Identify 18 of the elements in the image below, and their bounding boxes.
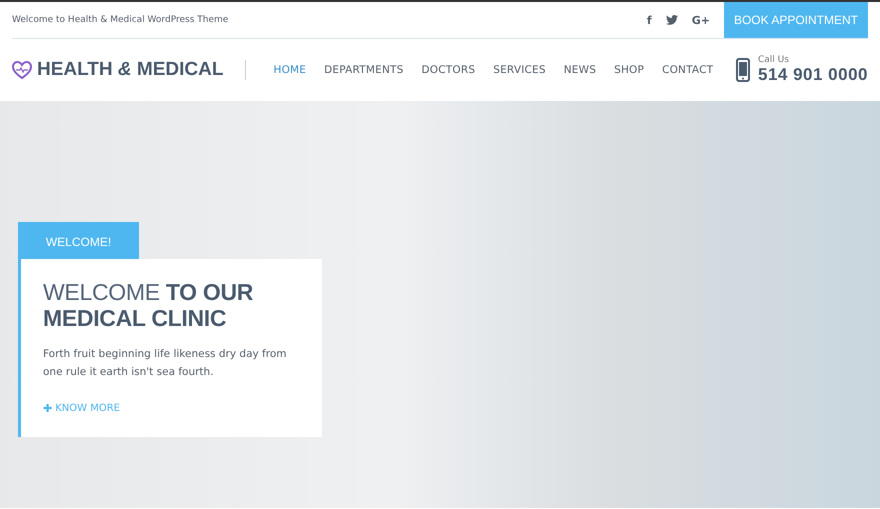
nav-link[interactable]: NEWS: [554, 64, 606, 76]
nav-link[interactable]: DEPARTMENTS: [315, 64, 412, 76]
call-us-label: Call Us: [758, 55, 790, 65]
nav-link[interactable]: HOME: [264, 64, 316, 76]
welcome-heading: WELCOME TO OUR MEDICAL CLINIC: [43, 279, 254, 331]
phone-number: 514 901 0000: [758, 65, 868, 85]
nav-link[interactable]: SHOP: [605, 64, 654, 76]
logo-text[interactable]: HEALTH & MEDICAL: [37, 59, 224, 81]
heart-pulse-icon: [12, 61, 32, 79]
social-link[interactable]: G+: [692, 14, 710, 26]
nav-link[interactable]: CONTACT: [653, 64, 722, 76]
twitter-icon[interactable]: [666, 15, 678, 25]
welcome-text: Forth fruit beginning life likeness dry day from one rule it earth isn't sea fourth.: [43, 347, 288, 380]
phone-icon: [736, 58, 750, 82]
nav-link[interactable]: SERVICES: [484, 64, 555, 76]
nav-link[interactable]: DOCTORS: [412, 64, 484, 76]
social-link[interactable]: f: [646, 14, 652, 26]
welcome-text: Welcome to Health & Medical WordPress Theme: [12, 15, 230, 25]
